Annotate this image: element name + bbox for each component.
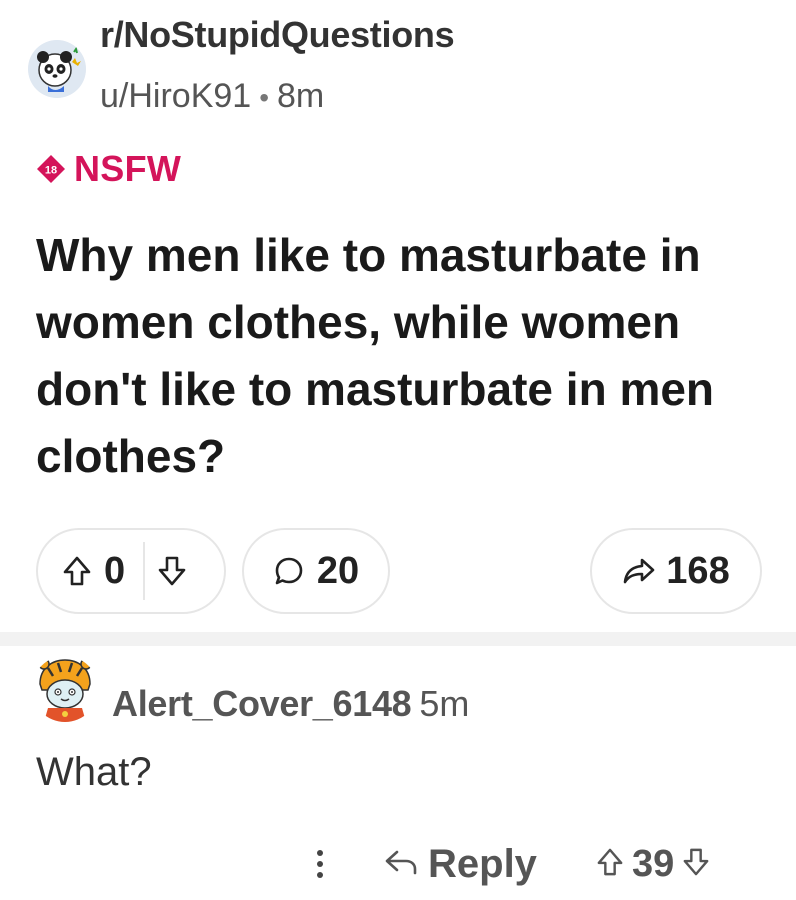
subreddit-avatar-panda-icon[interactable] (28, 40, 86, 98)
upvote-arrow-icon[interactable] (62, 555, 92, 587)
nsfw-badge-text: 18 (45, 165, 57, 177)
downvote-arrow-icon[interactable] (682, 847, 710, 882)
post-author-line: u/HiroK91 • 8m (100, 74, 454, 120)
post-meta: r/NoStupidQuestions u/HiroK91 • 8m (100, 14, 455, 120)
more-dot (317, 861, 323, 867)
post-age: 8m (277, 77, 325, 115)
share-count: 168 (666, 549, 730, 592)
comment-bubble-icon (273, 555, 305, 587)
nsfw-label: NSFW (74, 148, 182, 189)
reply-label: Reply (428, 841, 537, 886)
section-divider (0, 632, 796, 646)
comment-card: Alert_Cover_6148 5m What? Reply 39 (0, 646, 796, 900)
downvote-arrow-icon[interactable] (157, 555, 187, 587)
comment-author[interactable]: Alert_Cover_6148 (112, 683, 412, 724)
more-dot (317, 850, 323, 856)
subreddit-name[interactable]: r/NoStupidQuestions (100, 14, 455, 56)
comments-button[interactable]: 20 (242, 528, 390, 614)
post-title[interactable]: Why men like to masturbate in women clot… (36, 222, 756, 490)
comment-vote: 39 (596, 834, 710, 894)
vote-divider (143, 542, 146, 600)
more-vertical-icon[interactable] (310, 842, 330, 886)
comment-meta: Alert_Cover_6148 5m (112, 682, 469, 726)
post-author[interactable]: u/HiroK91 (100, 77, 251, 115)
post-card: r/NoStupidQuestions u/HiroK91 • 8m 18 NSFW… (0, 0, 796, 632)
nsfw-18-icon: 18 (36, 154, 66, 184)
comment-count: 20 (316, 549, 360, 592)
post-score: 0 (104, 549, 126, 592)
vote-pill: 0 (36, 528, 226, 614)
share-button[interactable]: 168 (590, 528, 762, 614)
reply-button[interactable]: Reply (384, 834, 537, 894)
upvote-arrow-icon[interactable] (596, 847, 624, 882)
comment-actions: Reply 39 (0, 834, 796, 894)
meta-separator: • (259, 82, 270, 113)
nsfw-tag: 18 NSFW (36, 148, 181, 190)
comment-body: What? (36, 750, 152, 794)
share-arrow-icon (622, 556, 656, 586)
comment-avatar-tiger-icon[interactable] (32, 656, 98, 722)
reply-arrow-icon (384, 847, 418, 882)
post-actions: 0 20 168 (36, 528, 762, 614)
more-dot (317, 872, 323, 878)
comment-score: 39 (632, 842, 675, 885)
comment-age: 5m (419, 683, 470, 724)
